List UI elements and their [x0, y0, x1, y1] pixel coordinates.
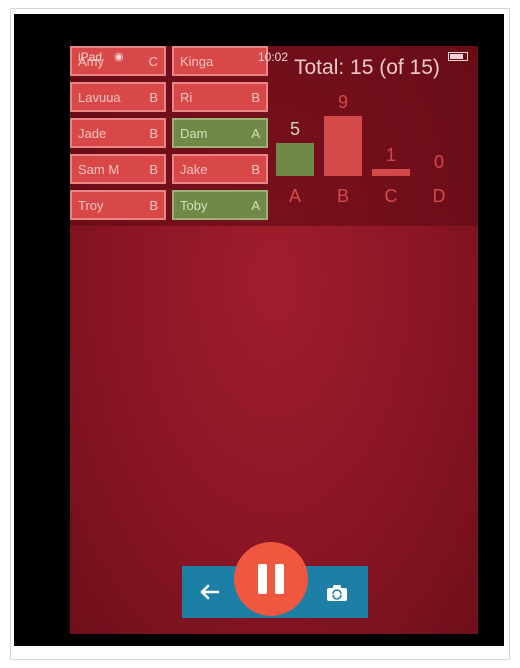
grade-label-c: C [384, 186, 398, 206]
bar-a [276, 143, 314, 176]
clock-time: 10:02 [258, 50, 289, 64]
student-grade: A [251, 126, 260, 141]
student-tile[interactable]: Kinga [172, 46, 268, 76]
arrow-left-icon [200, 584, 220, 600]
device-bezel: Amy C Kinga Lavuua B Ri B Jade B Dam A S… [14, 14, 504, 646]
battery-icon [448, 52, 468, 61]
pause-icon [275, 564, 284, 594]
camera-switch-icon [327, 585, 347, 601]
bar-value-label: 0 [433, 152, 444, 172]
student-tile[interactable]: Sam M B [70, 154, 166, 184]
camera-switch-button[interactable] [322, 580, 352, 606]
carrier-label: iPad [78, 50, 103, 64]
app-screen: Amy C Kinga Lavuua B Ri B Jade B Dam A S… [70, 46, 478, 634]
student-grade: B [149, 162, 158, 177]
student-name: Dam [180, 126, 208, 141]
student-grade: B [149, 126, 158, 141]
student-name: Sam M [78, 162, 120, 177]
wifi-icon: ◉ [114, 51, 124, 63]
grade-label-a: A [288, 186, 301, 206]
student-name: Jake [180, 162, 208, 177]
bar-b [324, 116, 362, 176]
total-count: Total: 15 (of 15) [294, 56, 440, 79]
back-button[interactable] [196, 578, 224, 606]
grade-label-d: D [432, 186, 446, 206]
student-grade: A [251, 198, 260, 213]
student-name: Toby [180, 198, 208, 213]
student-tile[interactable]: Dam A [172, 118, 268, 148]
pause-icon [258, 564, 267, 594]
student-name: Ri [180, 90, 193, 105]
student-tile[interactable]: Toby A [172, 190, 268, 220]
student-name: Kinga [180, 54, 214, 69]
student-tile[interactable]: Troy B [70, 190, 166, 220]
grade-distribution-chart: 5 A 9 B 1 C 0 D [276, 92, 476, 226]
bar-value-label: 1 [385, 145, 396, 165]
bar-c [372, 169, 410, 176]
student-grade: B [251, 90, 260, 105]
grade-label-b: B [336, 186, 349, 206]
student-grade: B [251, 162, 260, 177]
student-grade: C [148, 54, 158, 69]
student-tile[interactable]: Jade B [70, 118, 166, 148]
student-tile[interactable]: Ri B [172, 82, 268, 112]
bar-value-label: 5 [289, 119, 300, 139]
student-grade: B [149, 90, 158, 105]
student-tile[interactable]: Lavuua B [70, 82, 166, 112]
student-name: Jade [78, 126, 107, 141]
student-name: Lavuua [78, 90, 121, 105]
student-grade: B [149, 198, 158, 213]
student-tile[interactable]: Jake B [172, 154, 268, 184]
pause-button[interactable] [234, 542, 308, 616]
bar-value-label: 9 [337, 92, 348, 112]
student-name: Troy [78, 198, 104, 213]
